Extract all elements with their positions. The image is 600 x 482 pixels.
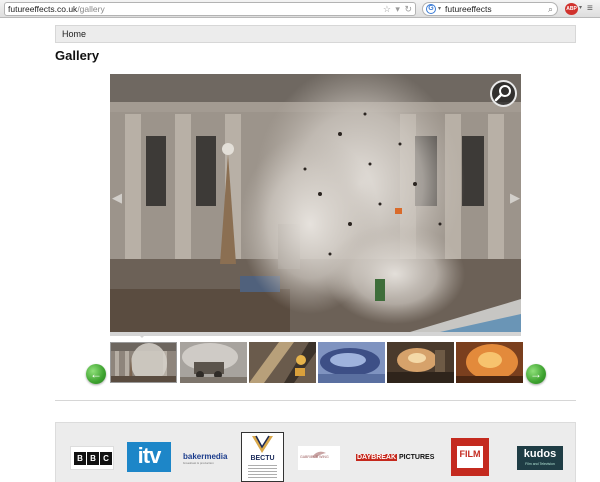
google-engine-icon[interactable]: G (426, 4, 436, 14)
engine-dropdown-icon[interactable]: ▾ (438, 3, 441, 15)
bectu-tagline-lines (248, 465, 277, 479)
daybreak-name: DAYBREAK (356, 454, 398, 461)
thumbnail-track (110, 332, 521, 336)
adblock-dropdown-icon[interactable]: ▾ (579, 4, 582, 11)
daybreak-pictures-text: PICTURES (398, 454, 435, 461)
magnifier-icon (494, 85, 511, 102)
bbc-letter-c: C (100, 452, 112, 465)
search-value: futureeffects (445, 4, 492, 14)
bbc-letter-b1: B (74, 452, 86, 465)
gallery-main-image[interactable] (110, 74, 521, 332)
url-path: /gallery (77, 4, 105, 14)
reload-icon[interactable]: ↻ (404, 4, 412, 14)
section-divider (55, 400, 576, 401)
itv-logo[interactable]: itv (127, 442, 171, 472)
page-title: Gallery (55, 48, 100, 63)
search-input[interactable]: G ▾ futureeffects ⌕ (422, 2, 558, 16)
search-icon[interactable]: ⌕ (548, 3, 553, 15)
browser-toolbar: futureeffects.co.uk/gallery ☆ ▾ ↻ G ▾ fu… (0, 0, 600, 18)
arrow-left-icon: ← (90, 367, 102, 381)
film-text: FILM (459, 449, 481, 459)
gallery-next-button[interactable]: → (526, 364, 546, 384)
thumbnail-5[interactable] (387, 342, 454, 383)
bbc-logo[interactable]: B B C (70, 446, 114, 470)
gallery-prev-button[interactable]: ← (86, 364, 106, 384)
nav-home-link[interactable]: Home (62, 29, 86, 39)
slide-prev-icon[interactable]: ◀ (112, 190, 122, 206)
url-domain: futureeffects.co.uk (8, 4, 78, 14)
arrow-right-icon: → (530, 367, 542, 381)
bbc-letter-b2: B (87, 452, 99, 465)
hamburger-menu-icon[interactable]: ≡ (587, 3, 593, 15)
kudos-logo[interactable]: kudos Film and Television (517, 446, 563, 470)
bakermedia-tagline: broadcast & production (183, 461, 214, 465)
zoom-button[interactable] (490, 80, 517, 107)
bectu-logo[interactable]: BECTU (241, 432, 284, 482)
bookmark-star-icon[interactable]: ☆ (383, 4, 391, 14)
film-inner-frame: FILM (457, 446, 483, 468)
adblock-icon[interactable]: ABP (565, 3, 578, 15)
thumbnail-3[interactable] (249, 342, 316, 383)
gabriels-wing-logo[interactable]: GABRIEL'S WING (298, 446, 340, 470)
kudos-tagline: Film and Television (525, 462, 555, 466)
daybreak-pictures-logo[interactable]: DAYBREAK PICTURES (356, 454, 434, 461)
thumbnail-6[interactable] (456, 342, 523, 383)
bectu-emblem-icon (252, 435, 273, 453)
film-logo[interactable]: FILM (451, 438, 489, 476)
kudos-name: kudos (523, 448, 557, 460)
dropdown-caret-icon[interactable]: ▾ (395, 4, 400, 14)
bakermedia-name: bakermedia (183, 452, 228, 461)
address-bar[interactable]: futureeffects.co.uk/gallery ☆ ▾ ↻ (4, 2, 416, 16)
thumbnail-4[interactable] (318, 342, 385, 383)
bakermedia-logo[interactable]: bakermedia broadcast & production (183, 452, 227, 465)
thumbnail-1[interactable] (110, 342, 177, 383)
gabriels-wing-name: GABRIEL'S WING (300, 455, 329, 459)
site-nav-bar: Home (55, 25, 576, 43)
bectu-name: BECTU (250, 455, 275, 462)
thumbnail-2[interactable] (180, 342, 247, 383)
thumbnail-pointer (136, 332, 148, 338)
slide-next-icon[interactable]: ▶ (510, 190, 520, 206)
